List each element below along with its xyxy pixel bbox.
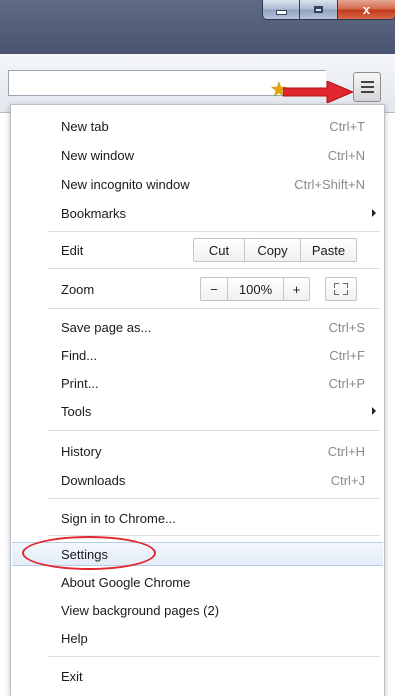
menu-item-settings[interactable]: Settings — [12, 542, 383, 566]
paste-button[interactable]: Paste — [300, 239, 356, 261]
submenu-arrow-icon — [372, 209, 376, 217]
menu-item-save-page-as[interactable]: Save page as... Ctrl+S — [12, 315, 383, 339]
menu-item-history[interactable]: History Ctrl+H — [12, 439, 383, 463]
chrome-menu: New tab Ctrl+T New window Ctrl+N New inc… — [10, 104, 385, 696]
cut-button[interactable]: Cut — [194, 239, 244, 261]
copy-button[interactable]: Copy — [244, 239, 300, 261]
menu-separator — [48, 535, 380, 536]
edit-button-group: Cut Copy Paste — [193, 238, 357, 262]
submenu-arrow-icon — [372, 407, 376, 415]
menu-item-bookmarks[interactable]: Bookmarks — [12, 201, 383, 225]
maximize-button[interactable] — [300, 0, 338, 20]
zoom-in-button[interactable]: + — [283, 278, 309, 300]
menu-separator — [48, 498, 380, 499]
chrome-menu-button[interactable] — [353, 72, 381, 102]
minimize-icon — [275, 10, 287, 15]
menu-item-new-incognito-window[interactable]: New incognito window Ctrl+Shift+N — [12, 172, 383, 196]
zoom-button-group: − 100% + — [200, 277, 310, 301]
menu-item-downloads[interactable]: Downloads Ctrl+J — [12, 468, 383, 492]
minimize-button[interactable] — [262, 0, 300, 20]
maximize-icon — [314, 6, 323, 13]
menu-item-sign-in[interactable]: Sign in to Chrome... — [12, 506, 383, 530]
fullscreen-button[interactable] — [325, 277, 357, 301]
menu-item-help[interactable]: Help — [12, 626, 383, 650]
zoom-out-button[interactable]: − — [201, 278, 227, 300]
red-arrow-annotation-icon — [283, 81, 353, 103]
close-button[interactable]: x — [338, 0, 395, 20]
window-controls: x — [262, 0, 395, 22]
close-icon: x — [362, 2, 371, 17]
menu-separator — [48, 231, 380, 232]
menu-item-view-background-pages[interactable]: View background pages (2) — [12, 598, 383, 622]
menu-item-about-google-chrome[interactable]: About Google Chrome — [12, 570, 383, 594]
menu-separator — [48, 268, 380, 269]
menu-item-new-window[interactable]: New window Ctrl+N — [12, 143, 383, 167]
menu-item-new-tab[interactable]: New tab Ctrl+T — [12, 114, 383, 138]
menu-separator — [48, 308, 380, 309]
menu-separator — [48, 430, 380, 431]
menu-item-find[interactable]: Find... Ctrl+F — [12, 343, 383, 367]
hamburger-icon — [360, 81, 374, 83]
menu-separator — [48, 656, 380, 657]
menu-item-print[interactable]: Print... Ctrl+P — [12, 371, 383, 395]
zoom-level: 100% — [227, 278, 283, 300]
menu-item-tools[interactable]: Tools — [12, 399, 383, 423]
window-titlebar: x — [0, 0, 395, 54]
menu-item-exit[interactable]: Exit — [12, 664, 383, 688]
